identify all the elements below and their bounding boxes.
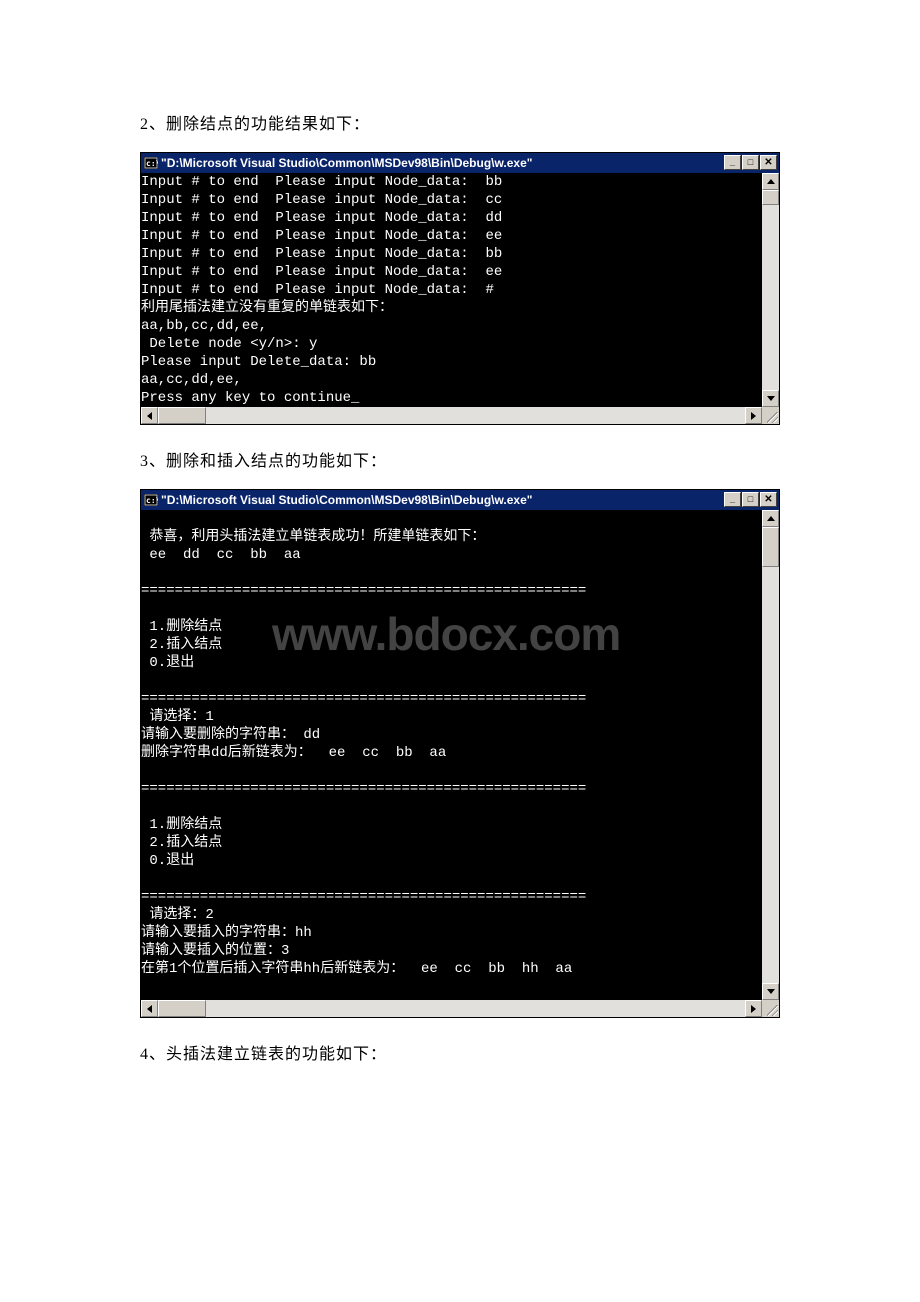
caption-head-insert: 4、头插法建立链表的功能如下： bbox=[140, 1040, 780, 1064]
scroll-down-button[interactable] bbox=[762, 390, 779, 407]
close-button[interactable]: ✕ bbox=[760, 492, 777, 507]
close-button[interactable]: ✕ bbox=[760, 155, 777, 170]
svg-text:c:\: c:\ bbox=[146, 159, 158, 168]
scroll-thumb[interactable] bbox=[762, 527, 779, 567]
horizontal-scrollbar-2[interactable] bbox=[141, 1000, 762, 1017]
scroll-thumb-h[interactable] bbox=[158, 407, 206, 424]
maximize-button[interactable]: □ bbox=[742, 492, 759, 507]
scroll-right-button[interactable] bbox=[745, 407, 762, 424]
scroll-left-button[interactable] bbox=[141, 1000, 158, 1017]
horizontal-scrollbar-row-1 bbox=[141, 407, 779, 424]
titlebar-buttons-2: _ □ ✕ bbox=[723, 492, 777, 507]
resize-grip-icon[interactable] bbox=[762, 407, 779, 424]
svg-text:c:\: c:\ bbox=[146, 496, 158, 505]
vertical-scrollbar-1[interactable] bbox=[762, 173, 779, 407]
vertical-scrollbar-2[interactable] bbox=[762, 510, 779, 1000]
titlebar-buttons-1: _ □ ✕ bbox=[723, 155, 777, 170]
minimize-button[interactable]: _ bbox=[724, 492, 741, 507]
scroll-right-button[interactable] bbox=[745, 1000, 762, 1017]
titlebar-text-2: "D:\Microsoft Visual Studio\Common\MSDev… bbox=[161, 493, 532, 507]
console-output-1: Input # to end Please input Node_data: b… bbox=[141, 173, 762, 407]
scroll-left-button[interactable] bbox=[141, 407, 158, 424]
console-window-2: c:\ "D:\Microsoft Visual Studio\Common\M… bbox=[140, 489, 780, 1018]
resize-grip-icon[interactable] bbox=[762, 1000, 779, 1017]
arrow-left-icon bbox=[147, 412, 152, 420]
scroll-up-button[interactable] bbox=[762, 510, 779, 527]
maximize-button[interactable]: □ bbox=[742, 155, 759, 170]
cmd-prompt-icon: c:\ bbox=[143, 493, 159, 507]
arrow-up-icon bbox=[767, 516, 775, 521]
minimize-button[interactable]: _ bbox=[724, 155, 741, 170]
arrow-up-icon bbox=[767, 179, 775, 184]
arrow-left-icon bbox=[147, 1005, 152, 1013]
arrow-right-icon bbox=[751, 1005, 756, 1013]
console-output-2: 恭喜，利用头插法建立单链表成功！所建单链表如下： ee dd cc bb aa … bbox=[141, 510, 762, 1000]
caption-delete-insert-node: 3、删除和插入结点的功能如下： bbox=[140, 447, 780, 471]
scroll-thumb[interactable] bbox=[762, 190, 779, 205]
console-body-2: 恭喜，利用头插法建立单链表成功！所建单链表如下： ee dd cc bb aa … bbox=[141, 510, 779, 1000]
scroll-thumb-h[interactable] bbox=[158, 1000, 206, 1017]
cmd-prompt-icon: c:\ bbox=[143, 156, 159, 170]
horizontal-scrollbar-row-2 bbox=[141, 1000, 779, 1017]
console-window-1: c:\ "D:\Microsoft Visual Studio\Common\M… bbox=[140, 152, 780, 425]
titlebar-2: c:\ "D:\Microsoft Visual Studio\Common\M… bbox=[141, 490, 779, 510]
console-body-1: Input # to end Please input Node_data: b… bbox=[141, 173, 779, 407]
caption-delete-node: 2、删除结点的功能结果如下： bbox=[140, 110, 780, 134]
scroll-down-button[interactable] bbox=[762, 983, 779, 1000]
scroll-track[interactable] bbox=[762, 205, 779, 390]
titlebar-text-1: "D:\Microsoft Visual Studio\Common\MSDev… bbox=[161, 156, 532, 170]
titlebar-1: c:\ "D:\Microsoft Visual Studio\Common\M… bbox=[141, 153, 779, 173]
arrow-down-icon bbox=[767, 989, 775, 994]
arrow-right-icon bbox=[751, 412, 756, 420]
scroll-track[interactable] bbox=[762, 567, 779, 983]
horizontal-scrollbar-1[interactable] bbox=[141, 407, 762, 424]
scroll-up-button[interactable] bbox=[762, 173, 779, 190]
arrow-down-icon bbox=[767, 396, 775, 401]
